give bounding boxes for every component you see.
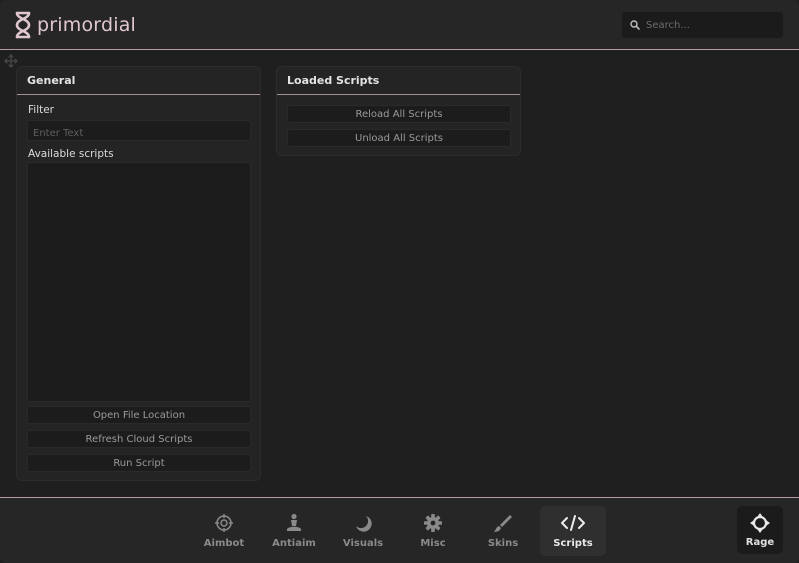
filter-label: Filter [28, 104, 55, 116]
search-box[interactable] [622, 12, 783, 38]
target-icon [750, 513, 770, 533]
search-input[interactable] [646, 19, 776, 31]
search-icon [630, 20, 640, 30]
tab-skins[interactable]: Skins [470, 506, 536, 556]
rage-mode-label: Rage [745, 537, 775, 548]
tab-antiaim[interactable]: Antiaim [261, 506, 327, 556]
filter-input[interactable] [28, 124, 250, 143]
open-file-location-button[interactable]: Open File Location [27, 406, 251, 424]
available-scripts-list[interactable] [27, 162, 251, 402]
logo: primordial [12, 10, 136, 40]
tab-scripts[interactable]: Scripts [540, 506, 606, 556]
bottom-nav: Aimbot Antiaim Visuals Misc Skins Script… [0, 497, 799, 563]
logo-icon [15, 11, 31, 39]
general-panel: General Filter Available scripts Open Fi… [16, 66, 261, 481]
tab-skins-label: Skins [487, 538, 519, 549]
header-bar: primordial [0, 0, 799, 50]
code-icon [561, 515, 585, 531]
tab-antiaim-label: Antiaim [272, 538, 316, 549]
run-script-button[interactable]: Run Script [27, 454, 251, 472]
loaded-scripts-panel: Loaded Scripts Reload All Scripts Unload… [276, 66, 521, 156]
available-scripts-label: Available scripts [28, 148, 114, 160]
tab-aimbot-label: Aimbot [203, 538, 245, 549]
move-handle-icon[interactable] [4, 54, 18, 68]
gear-icon [424, 514, 442, 532]
tab-visuals[interactable]: Visuals [330, 506, 396, 556]
tab-misc[interactable]: Misc [400, 506, 466, 556]
crosshair-icon [215, 514, 233, 532]
unload-all-scripts-button[interactable]: Unload All Scripts [287, 129, 511, 147]
app-name: primordial [37, 14, 137, 36]
refresh-cloud-scripts-button[interactable]: Refresh Cloud Scripts [27, 430, 251, 448]
tab-misc-label: Misc [420, 538, 446, 549]
loaded-scripts-title: Loaded Scripts [277, 67, 520, 95]
filter-field[interactable] [27, 120, 251, 143]
tab-aimbot[interactable]: Aimbot [191, 506, 257, 556]
app-window: primordial General Filter Available scri… [0, 0, 799, 563]
figure-icon [287, 513, 301, 531]
reload-all-scripts-button[interactable]: Reload All Scripts [287, 105, 511, 123]
brush-icon [494, 515, 512, 532]
moon-icon [356, 516, 372, 532]
rage-mode-button[interactable]: Rage [737, 506, 783, 554]
tab-visuals-label: Visuals [342, 538, 384, 549]
general-panel-title: General [17, 67, 260, 95]
tab-scripts-label: Scripts [553, 538, 593, 549]
